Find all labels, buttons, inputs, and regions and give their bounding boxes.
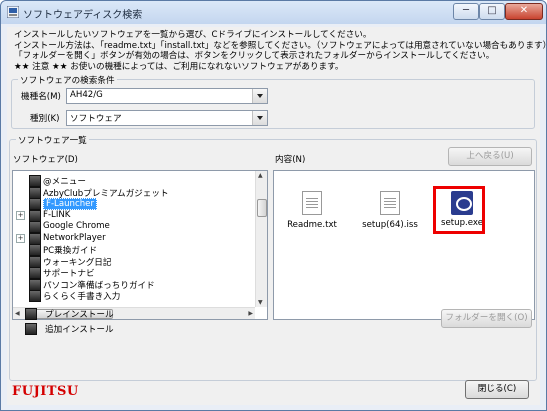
highlight-box (433, 186, 485, 234)
tree-item-label: パソコン準備ばっちりガイド (43, 280, 155, 291)
file-item[interactable]: Readme.txt (282, 191, 342, 230)
tree-item-label: AzbyClubプレミアムガジェット (43, 188, 169, 199)
title-bar[interactable]: ソフトウェアディスク検索 ─ □ ✕ (1, 1, 546, 24)
app-icon (7, 6, 19, 18)
file-item[interactable]: setup(64).iss (358, 191, 422, 230)
chevron-down-icon[interactable] (252, 89, 267, 103)
instruction-line-2: インストール方法は、「readme.txt」「install.txt」などを参照… (14, 40, 547, 51)
contents-pane[interactable]: Readme.txt setup(64).iss setup.exe (273, 170, 535, 320)
contents-label: 内容(N) (275, 155, 306, 165)
text-file-icon (302, 191, 322, 215)
software-list-label: ソフトウェア一覧 (16, 134, 89, 146)
tree-item-label: @メニュー (43, 177, 86, 187)
open-folder-button[interactable]: フォルダーを開く(O) (441, 309, 532, 328)
instructions: インストールしたいソフトウェアを一覧から選び、Cドライブにインストールしてくださ… (14, 30, 547, 72)
software-icon (29, 255, 41, 268)
main-window: ソフトウェアディスク検索 ─ □ ✕ インストールしたいソフトウェアを一覧から選… (0, 0, 547, 411)
software-icon (29, 290, 41, 302)
scroll-down-icon[interactable]: ▼ (258, 299, 263, 306)
instruction-line-3: 「フォルダーを開く」ボタンが有効の場合は、ボタンをクリックして表示されたフォルダ… (14, 51, 495, 61)
instruction-line-1: インストールしたいソフトウェアを一覧から選び、Cドライブにインストールしてくださ… (14, 30, 372, 40)
dialog-body: インストールしたいソフトウェアを一覧から選び、Cドライブにインストールしてくださ… (7, 27, 547, 405)
fujitsu-logo: FUJITSU (12, 384, 79, 399)
tree-item-label: サポートナビ (43, 269, 95, 279)
close-button[interactable]: 閉じる(C) (465, 380, 529, 399)
software-icon (29, 267, 41, 279)
software-icon (29, 209, 41, 222)
preinstall-icon (25, 308, 37, 320)
software-icon (29, 186, 41, 199)
software-icon (29, 198, 41, 210)
up-back-button[interactable]: 上へ戻る(U) (448, 147, 532, 166)
file-name: setup(64).iss (362, 220, 418, 230)
tree-item-label: F-Launcher (43, 198, 97, 210)
software-icon (29, 278, 41, 291)
type-label: 種別(K) (30, 114, 60, 124)
type-value: ソフトウェア (70, 114, 122, 124)
search-conditions-label: ソフトウェアの検索条件 (18, 74, 117, 86)
software-tree-label: ソフトウェア(D) (13, 155, 78, 165)
tree-item-label: PC乗換ガイド (43, 246, 98, 256)
software-icon (29, 232, 41, 245)
scroll-up-icon[interactable]: ▲ (258, 172, 263, 179)
expand-icon[interactable]: + (16, 233, 25, 243)
software-tree[interactable]: @メニュー AzbyClubプレミアムガジェット F-Launcher + F-… (12, 170, 268, 320)
tree-item-label: NetworkPlayer (43, 232, 106, 243)
minimize-button[interactable]: ─ (453, 3, 479, 20)
addinstall-icon (25, 323, 37, 335)
window-title: ソフトウェアディスク検索 (23, 10, 143, 21)
tree-vertical-scrollbar[interactable]: ▲ ▼ (255, 171, 267, 307)
expand-icon[interactable]: + (16, 210, 25, 220)
legend-preinstall-label: プレインストール (45, 310, 114, 320)
type-select[interactable]: ソフトウェア (66, 110, 268, 126)
close-window-button[interactable]: ✕ (505, 3, 543, 20)
tree-item-label: Google Chrome (43, 221, 110, 231)
software-icon (29, 175, 41, 187)
tree-item-label: F-LINK (43, 209, 71, 220)
scroll-left-icon[interactable]: ◀ (15, 310, 20, 317)
legend-addinstall-label: 追加インストール (45, 325, 114, 335)
iss-file-icon (380, 191, 400, 215)
scroll-thumb[interactable] (257, 199, 267, 217)
scroll-right-icon[interactable]: ▶ (248, 310, 253, 317)
model-select[interactable]: AH42/G (66, 88, 268, 104)
model-value: AH42/G (70, 90, 103, 100)
model-label: 機種名(M) (21, 92, 61, 102)
tree-item-label: ウォーキング日記 (43, 257, 112, 268)
file-name: Readme.txt (287, 220, 337, 230)
maximize-button[interactable]: □ (479, 3, 505, 20)
instruction-line-4: ★★ 注意 ★★ お使いの機種によっては、ご利用になれないソフトウェアがあります… (14, 61, 344, 72)
software-icon (29, 244, 41, 256)
chevron-down-icon[interactable] (252, 111, 267, 125)
tree-item-label: らくらく手書き入力 (43, 292, 121, 302)
software-icon (29, 221, 41, 233)
